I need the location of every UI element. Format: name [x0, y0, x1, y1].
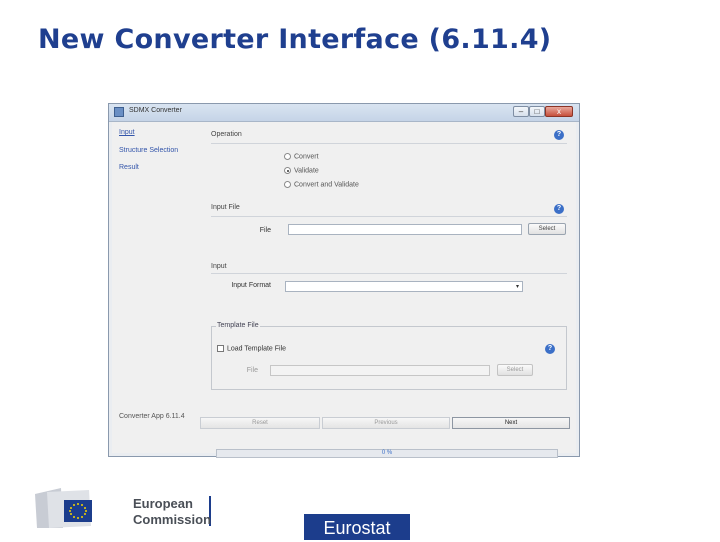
app-icon: [114, 107, 124, 117]
input-format-select[interactable]: ▾: [285, 281, 523, 292]
operation-help-icon[interactable]: ?: [554, 130, 564, 140]
chevron-down-icon[interactable]: ▾: [516, 283, 519, 290]
minimize-button[interactable]: –: [513, 106, 529, 117]
operation-section-label: Operation: [211, 131, 242, 138]
template-file-group: Template File Load Template File ? File …: [211, 322, 567, 390]
version-label: Converter App 6.11.4: [119, 413, 185, 420]
previous-button[interactable]: Previous: [322, 417, 450, 429]
input-file-section-label: Input File: [211, 204, 240, 211]
radio-convert-and-validate-circle[interactable]: [284, 181, 291, 188]
input-file-label: File: [259, 227, 271, 234]
reset-button[interactable]: Reset: [200, 417, 320, 429]
input-file-help-icon[interactable]: ?: [554, 204, 564, 214]
radio-convert-label: Convert: [294, 153, 319, 161]
radio-convert-circle[interactable]: [284, 153, 291, 160]
radio-validate-circle[interactable]: [284, 167, 291, 174]
european-commission-logo: European Commission: [33, 486, 213, 530]
template-file-group-title: Template File: [216, 322, 260, 329]
nav-item-structure-selection[interactable]: Structure Selection: [119, 147, 178, 154]
template-file-label: File: [246, 367, 258, 374]
input-format-label: Input Format: [231, 282, 271, 289]
maximize-button[interactable]: □: [529, 106, 545, 117]
window-titlebar[interactable]: SDMX Converter – □ x: [109, 104, 579, 122]
template-file-help-icon[interactable]: ?: [545, 344, 555, 354]
load-template-checkbox-box[interactable]: [217, 345, 224, 352]
next-button[interactable]: Next: [452, 417, 570, 429]
progress-bar: 0 %: [216, 449, 558, 458]
radio-validate-label: Validate: [294, 167, 319, 175]
window-title: SDMX Converter: [129, 107, 182, 114]
progress-text: 0 %: [381, 450, 393, 456]
window-client-area: Input Structure Selection Result Convert…: [112, 122, 576, 458]
nav-item-input[interactable]: Input: [119, 129, 135, 136]
radio-validate[interactable]: Validate: [284, 167, 319, 174]
ec-logo-line1: European: [133, 496, 193, 511]
template-file-select-button[interactable]: Select: [497, 364, 533, 376]
radio-convert[interactable]: Convert: [284, 153, 319, 160]
radio-convert-and-validate[interactable]: Convert and Validate: [284, 181, 359, 188]
eurostat-label: Eurostat: [304, 514, 410, 540]
converter-window: SDMX Converter – □ x Input Structure Sel…: [108, 103, 580, 458]
close-button[interactable]: x: [545, 106, 573, 117]
input-file-select-button[interactable]: Select: [528, 223, 566, 235]
load-template-checkbox-label: Load Template File: [227, 345, 287, 353]
nav-item-result[interactable]: Result: [119, 164, 139, 171]
input-file-field[interactable]: [288, 224, 522, 235]
operation-separator: [211, 143, 567, 144]
input-separator: [211, 273, 567, 274]
template-file-field[interactable]: [270, 365, 490, 376]
radio-convert-and-validate-label: Convert and Validate: [294, 181, 359, 189]
input-section-label: Input: [211, 263, 227, 270]
input-file-separator: [211, 216, 567, 217]
ec-logo-line2: Commission: [133, 512, 211, 527]
slide-title: New Converter Interface (6.11.4): [38, 24, 552, 55]
load-template-checkbox[interactable]: Load Template File: [217, 345, 286, 352]
